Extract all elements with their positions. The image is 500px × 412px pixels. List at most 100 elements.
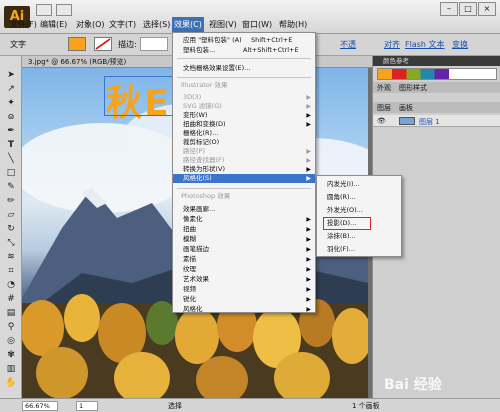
rectangle-tool-icon[interactable]: □ xyxy=(4,168,18,179)
ps-pixelate-item[interactable]: 像素化 ▶ xyxy=(173,215,315,224)
menu-bar: Ai – □ × 文件(F) 编辑(E) 对象(O) 文字(T) 选择(S) 效… xyxy=(0,0,500,34)
effect-path-item[interactable]: 路径(P) ▶ xyxy=(173,147,315,156)
free-transform-tool-icon[interactable]: ⌗ xyxy=(4,266,18,277)
ps-video-item[interactable]: 视频 ▶ xyxy=(173,285,315,294)
menu-help[interactable]: 帮助(H) xyxy=(277,19,309,31)
effect-convert-to-shape-item[interactable]: 转换为形状(V) ▶ xyxy=(173,165,315,174)
apply-last-effect-item[interactable]: 应用 "塑料包装" (A) Shift+Ctrl+E xyxy=(173,36,315,45)
inner-glow-item[interactable]: 内发光(I)... xyxy=(317,180,401,189)
scale-tool-icon[interactable]: ⤡ xyxy=(4,238,18,249)
flash-text-link[interactable]: Flash 文本 xyxy=(405,39,445,50)
visibility-eye-icon[interactable]: 👁 xyxy=(377,117,386,125)
stroke-label: 描边: xyxy=(118,40,137,49)
status-bar: 66.67% 1 选择 1 个画板 xyxy=(0,398,500,412)
baidu-watermark: Bai 经验 xyxy=(384,377,442,393)
transform-link[interactable]: 变换 xyxy=(452,39,468,50)
type-tool-icon[interactable]: T xyxy=(4,140,18,151)
pencil-tool-icon[interactable]: ✏ xyxy=(4,196,18,207)
effect-rasterize-item[interactable]: 栅格化(R)... xyxy=(173,129,315,138)
artboard-number-field[interactable]: 1 xyxy=(76,401,98,411)
menu-object[interactable]: 对象(O) xyxy=(74,19,107,31)
photoshop-effects-header: Photoshop 效果 xyxy=(181,192,231,200)
mesh-tool-icon[interactable]: # xyxy=(4,294,18,305)
menu-type[interactable]: 文字(T) xyxy=(107,19,138,31)
stroke-weight-field[interactable] xyxy=(140,37,168,51)
ps-distort-item[interactable]: 扭曲 ▶ xyxy=(173,225,315,234)
stroke-swatch[interactable] xyxy=(94,37,112,51)
minimize-button[interactable]: – xyxy=(440,2,458,16)
close-button[interactable]: × xyxy=(478,2,496,16)
tab-artboards[interactable]: 画板 xyxy=(399,103,413,113)
ps-blur-item[interactable]: 模糊 ▶ xyxy=(173,235,315,244)
stylize-submenu: 内发光(I)... 圆角(R)... 外发光(O)... 投影(D)... 涂抹… xyxy=(316,175,402,257)
gradient-tool-icon[interactable]: ▤ xyxy=(4,308,18,319)
current-tool-status[interactable]: 选择 xyxy=(168,401,182,411)
appearance-tabs: 外观 图形样式 xyxy=(373,82,500,93)
hand-tool-icon[interactable]: ✋ xyxy=(4,378,18,389)
effect-pathfinder-item[interactable]: 路径查找器(F) ▶ xyxy=(173,156,315,165)
menu-file[interactable]: 文件(F) xyxy=(8,19,39,31)
outer-glow-item[interactable]: 外发光(O)... xyxy=(317,206,401,215)
menu-view[interactable]: 视图(V) xyxy=(207,19,239,31)
illustrator-effects-header: Illustrator 效果 xyxy=(181,81,228,89)
effect-stylize-item[interactable]: 风格化(S) ▶ xyxy=(173,174,315,183)
scribble-item[interactable]: 涂抹(B)... xyxy=(317,232,401,241)
text-selection-box xyxy=(104,76,182,116)
width-tool-icon[interactable]: ≋ xyxy=(4,252,18,263)
feather-item[interactable]: 羽化(F)... xyxy=(317,245,401,254)
ps-artistic-item[interactable]: 艺术效果 ▶ xyxy=(173,275,315,284)
layer-name[interactable]: 图层 1 xyxy=(419,117,440,127)
menu-select[interactable]: 选择(S) xyxy=(141,19,172,31)
ps-effect-gallery-item[interactable]: 效果画廊... xyxy=(173,205,315,214)
document-raster-settings-item[interactable]: 文档栅格效果设置(E)... xyxy=(173,64,315,73)
rotate-tool-icon[interactable]: ↻ xyxy=(4,224,18,235)
align-link[interactable]: 对齐 xyxy=(384,39,400,50)
effect-warp-item[interactable]: 变形(W) ▶ xyxy=(173,111,315,120)
effect-crop-marks-item[interactable]: 裁剪标记(O) xyxy=(173,138,315,147)
magic-wand-tool-icon[interactable]: ✦ xyxy=(4,98,18,109)
layer-thumbnail xyxy=(399,117,415,125)
tab-graphic-styles[interactable]: 图形样式 xyxy=(399,83,427,93)
color-ref-tab[interactable]: 颜色参考 xyxy=(383,56,409,66)
menu-edit[interactable]: 编辑(E) xyxy=(38,19,69,31)
menu-window[interactable]: 窗口(W) xyxy=(240,19,274,31)
fill-swatch[interactable] xyxy=(68,37,86,51)
arrange-documents-button[interactable] xyxy=(56,4,72,16)
tools-panel: ➤ ↗ ✦ ɷ ✒ T ╲ □ ✎ ✏ ▱ ↻ ⤡ ≋ ⌗ ◔ # ▤ ⚲ ◎ … xyxy=(0,56,22,398)
line-tool-icon[interactable]: ╲ xyxy=(4,154,18,165)
graph-tool-icon[interactable]: ▥ xyxy=(4,364,18,375)
color-swatches[interactable] xyxy=(377,68,497,80)
tab-appearance[interactable]: 外观 xyxy=(377,83,391,93)
ps-sharpen-item[interactable]: 锐化 ▶ xyxy=(173,295,315,304)
artboard-count: 1 个画板 xyxy=(352,402,380,410)
ps-sketch-item[interactable]: 素描 ▶ xyxy=(173,255,315,264)
drop-shadow-highlight-box xyxy=(323,217,371,230)
tab-layers[interactable]: 图层 xyxy=(377,103,391,113)
effect-menu: 应用 "塑料包装" (A) Shift+Ctrl+E 塑料包装... Alt+Shi… xyxy=(172,32,316,313)
zoom-field[interactable]: 66.67% xyxy=(22,401,58,411)
effect-distort-transform-item[interactable]: 扭曲和变换(D) ▶ xyxy=(173,120,315,129)
opacity-link[interactable]: 不透 xyxy=(340,39,356,50)
effect-3d-item[interactable]: 3D(3) ▶ xyxy=(173,93,315,102)
lasso-tool-icon[interactable]: ɷ xyxy=(4,112,18,123)
ps-brush-strokes-item[interactable]: 画笔描边 ▶ xyxy=(173,245,315,254)
symbol-sprayer-tool-icon[interactable]: ✾ xyxy=(4,350,18,361)
eyedropper-tool-icon[interactable]: ⚲ xyxy=(4,322,18,333)
menu-effect[interactable]: 效果(C) xyxy=(172,17,204,32)
shape-builder-tool-icon[interactable]: ◔ xyxy=(4,280,18,291)
tool-label: 文字 xyxy=(10,40,26,49)
ps-texture-item[interactable]: 纹理 ▶ xyxy=(173,265,315,274)
direct-selection-tool-icon[interactable]: ↗ xyxy=(4,84,18,95)
round-corners-item[interactable]: 圆角(R)... xyxy=(317,193,401,202)
pen-tool-icon[interactable]: ✒ xyxy=(4,126,18,137)
last-effect-item[interactable]: 塑料包装... Alt+Shift+Ctrl+E xyxy=(173,46,315,55)
eraser-tool-icon[interactable]: ▱ xyxy=(4,210,18,221)
layer-row[interactable]: 👁 图层 1 xyxy=(373,115,500,127)
effect-svg-filters-item[interactable]: SVG 滤镜(G) ▶ xyxy=(173,102,315,111)
blend-tool-icon[interactable]: ◎ xyxy=(4,336,18,347)
paintbrush-tool-icon[interactable]: ✎ xyxy=(4,182,18,193)
selection-tool-icon[interactable]: ➤ xyxy=(4,70,18,81)
bridge-button[interactable] xyxy=(36,4,52,16)
ps-stylize-item[interactable]: 风格化 ▶ xyxy=(173,305,315,314)
maximize-button[interactable]: □ xyxy=(459,2,477,16)
